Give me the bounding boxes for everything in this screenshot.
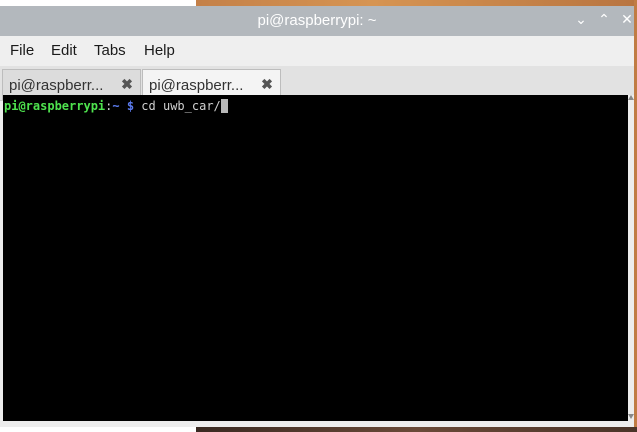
menu-edit[interactable]: Edit <box>51 42 77 59</box>
menu-help[interactable]: Help <box>144 42 175 59</box>
prompt-path: ~ $ <box>112 99 135 113</box>
text-cursor <box>220 99 228 113</box>
command-text: cd uwb_car/ <box>134 99 221 113</box>
menu-bar: File Edit Tabs Help <box>0 36 634 66</box>
tab-close-icon[interactable]: ✖ <box>120 76 134 92</box>
window-title: pi@raspberrypi: ~ <box>257 12 377 29</box>
terminal-line: pi@raspberrypi:~ $ cd uwb_car/ <box>4 99 228 113</box>
scrollbar[interactable] <box>628 95 634 421</box>
menu-tabs[interactable]: Tabs <box>94 42 126 59</box>
tab-close-icon[interactable]: ✖ <box>260 76 274 92</box>
desktop-background-bottom <box>196 427 637 432</box>
tab-label: pi@raspberr... <box>149 77 244 94</box>
title-bar[interactable]: pi@raspberrypi: ~ ⌄ ⌃ ✕ <box>0 6 634 36</box>
terminal-output[interactable]: pi@raspberrypi:~ $ cd uwb_car/ <box>3 95 628 421</box>
close-icon[interactable]: ✕ <box>619 12 635 28</box>
maximize-icon[interactable]: ⌃ <box>596 12 612 28</box>
tab-label: pi@raspberr... <box>9 77 104 94</box>
scroll-down-icon[interactable] <box>628 414 634 419</box>
menu-file[interactable]: File <box>10 42 34 59</box>
prompt-user: pi@raspberrypi <box>4 99 106 113</box>
scroll-up-icon[interactable] <box>628 95 634 100</box>
minimize-icon[interactable]: ⌄ <box>573 12 589 28</box>
